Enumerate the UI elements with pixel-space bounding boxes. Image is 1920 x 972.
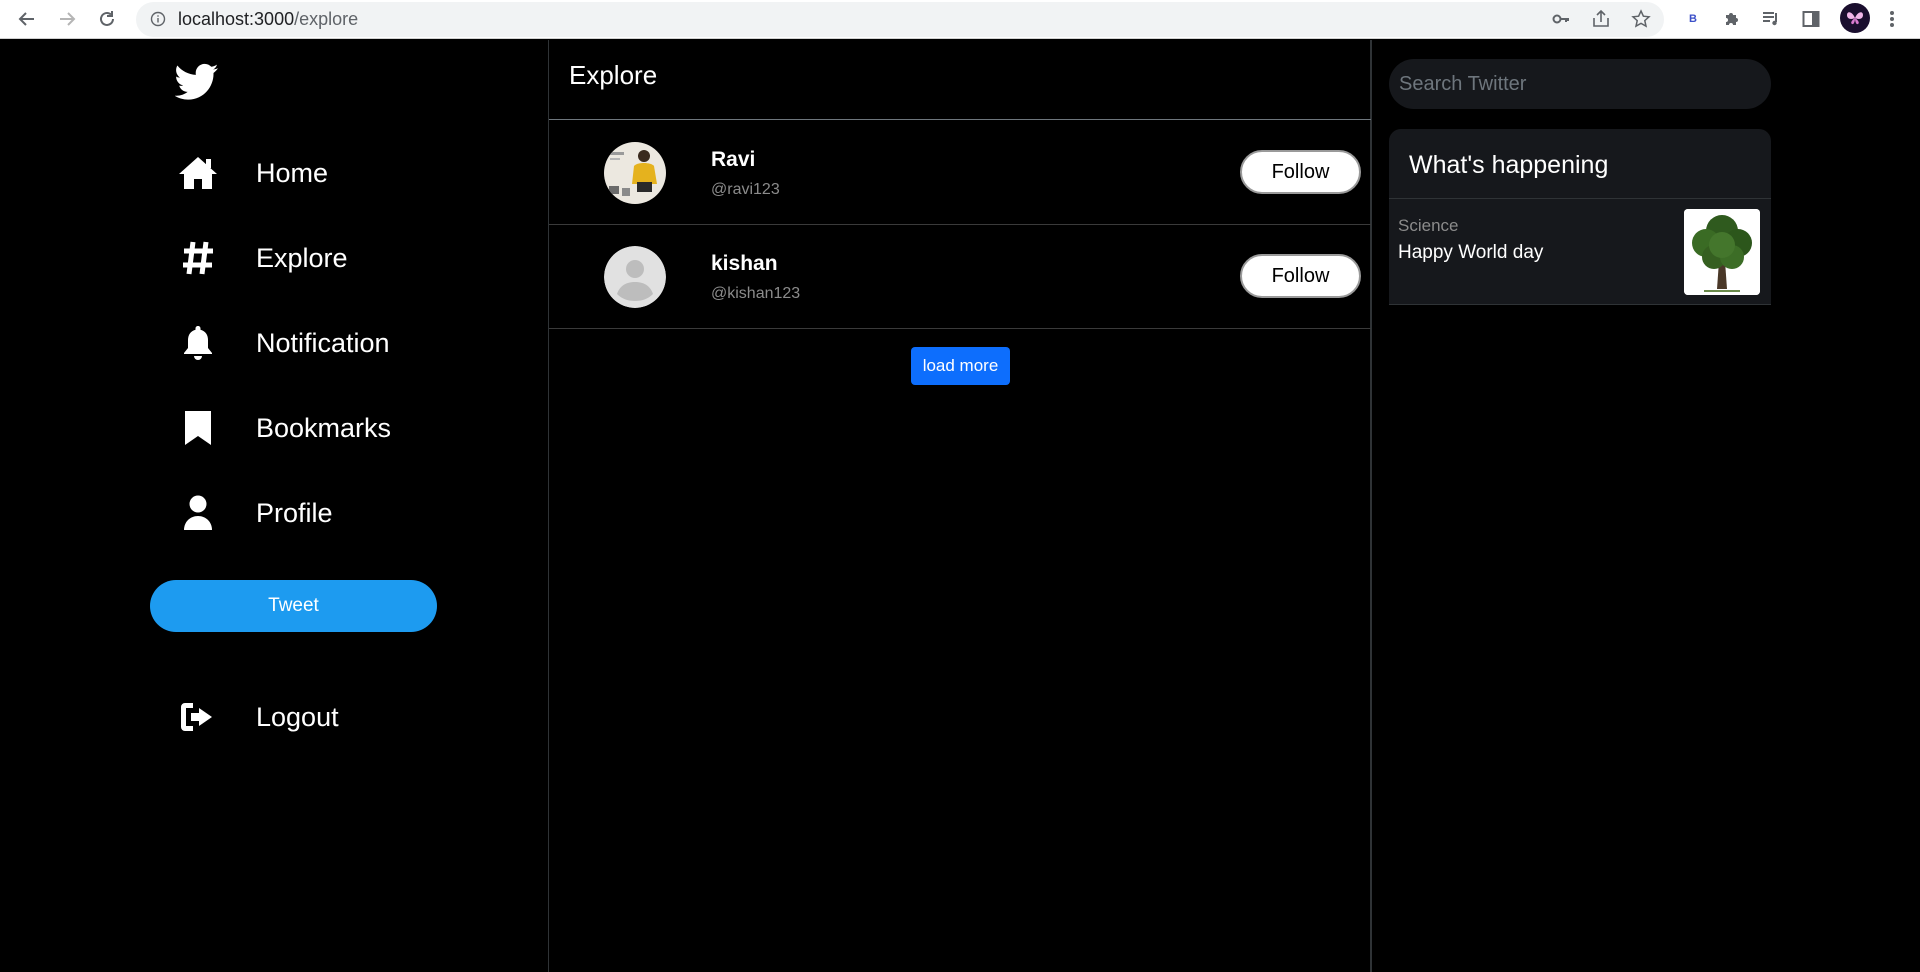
sidebar-item-label: Bookmarks xyxy=(256,412,392,443)
star-icon[interactable] xyxy=(1628,6,1654,32)
sidebar-item-bookmarks[interactable]: Bookmarks xyxy=(175,403,505,453)
user-name[interactable]: kishan xyxy=(711,252,778,276)
home-icon xyxy=(175,150,221,196)
user-name[interactable]: Ravi xyxy=(711,148,755,172)
sidebar-item-logout[interactable]: Logout xyxy=(175,692,505,742)
sidebar-item-profile[interactable]: Profile xyxy=(175,488,505,538)
puzzle-icon[interactable] xyxy=(1719,6,1745,32)
user-handle: @ravi123 xyxy=(711,181,780,198)
hashtag-icon xyxy=(175,235,221,281)
search-input[interactable] xyxy=(1389,59,1771,109)
sidebar-item-label: Notification xyxy=(256,327,390,358)
url-path: /explore xyxy=(294,9,359,29)
sidebar-item-label: Profile xyxy=(256,497,333,528)
user-handle: @kishan123 xyxy=(711,285,801,302)
user-row: kishan @kishan123 Follow xyxy=(549,225,1371,329)
panel-title: What's happening xyxy=(1409,151,1609,179)
sidebar-item-home[interactable]: Home xyxy=(175,148,505,198)
page-title: Explore xyxy=(569,60,658,90)
forward-icon[interactable] xyxy=(52,4,82,34)
sidebar-item-explore[interactable]: Explore xyxy=(175,233,505,283)
address-bar[interactable]: localhost:3000/explore xyxy=(136,2,1664,37)
key-icon[interactable] xyxy=(1548,6,1574,32)
more-menu-icon[interactable] xyxy=(1879,6,1905,32)
main-header: Explore xyxy=(549,40,1371,120)
left-sidebar: Home Explore Notification Bookmarks Prof… xyxy=(0,40,548,972)
sidebar-item-label: Logout xyxy=(256,701,339,732)
user-avatar-photo[interactable] xyxy=(604,142,666,204)
tree-image xyxy=(1684,209,1760,295)
side-panel-icon[interactable] xyxy=(1798,6,1824,32)
extension-badge: B xyxy=(1689,13,1697,25)
sidebar-item-notification[interactable]: Notification xyxy=(175,318,505,368)
extension-b-icon[interactable]: B xyxy=(1680,6,1706,32)
divider xyxy=(1389,198,1771,199)
trend-category: Science xyxy=(1398,216,1459,235)
right-sidebar: What's happening Science Happy World day xyxy=(1374,40,1920,972)
user-icon xyxy=(175,490,221,536)
info-icon[interactable] xyxy=(150,11,166,27)
main-column: Explore Ravi @ravi123 Follow kishan @kis… xyxy=(548,40,1372,972)
reload-icon[interactable] xyxy=(92,4,122,34)
sidebar-item-label: Explore xyxy=(256,242,348,273)
trend-title[interactable]: Happy World day xyxy=(1398,242,1543,264)
bookmark-icon xyxy=(175,405,221,451)
sidebar-item-label: Home xyxy=(256,157,329,188)
twitter-bird-icon[interactable] xyxy=(174,63,221,103)
share-icon[interactable] xyxy=(1588,6,1614,32)
load-more-button[interactable]: load more xyxy=(911,347,1010,385)
browser-toolbar: localhost:3000/explore B xyxy=(0,0,1920,39)
default-avatar-icon[interactable] xyxy=(604,246,666,308)
back-icon[interactable] xyxy=(12,4,42,34)
follow-button[interactable]: Follow xyxy=(1240,150,1361,194)
url-host: localhost:3000 xyxy=(178,9,295,29)
user-row: Ravi @ravi123 Follow xyxy=(549,121,1371,225)
tweet-button[interactable]: Tweet xyxy=(150,580,437,632)
bell-icon xyxy=(175,320,221,366)
logout-icon xyxy=(175,694,221,740)
url-text: localhost:3000/explore xyxy=(178,9,358,30)
media-queue-icon[interactable] xyxy=(1758,6,1784,32)
whats-happening-panel: What's happening Science Happy World day xyxy=(1389,129,1771,305)
follow-button[interactable]: Follow xyxy=(1240,254,1361,298)
profile-avatar-icon[interactable] xyxy=(1840,3,1870,33)
